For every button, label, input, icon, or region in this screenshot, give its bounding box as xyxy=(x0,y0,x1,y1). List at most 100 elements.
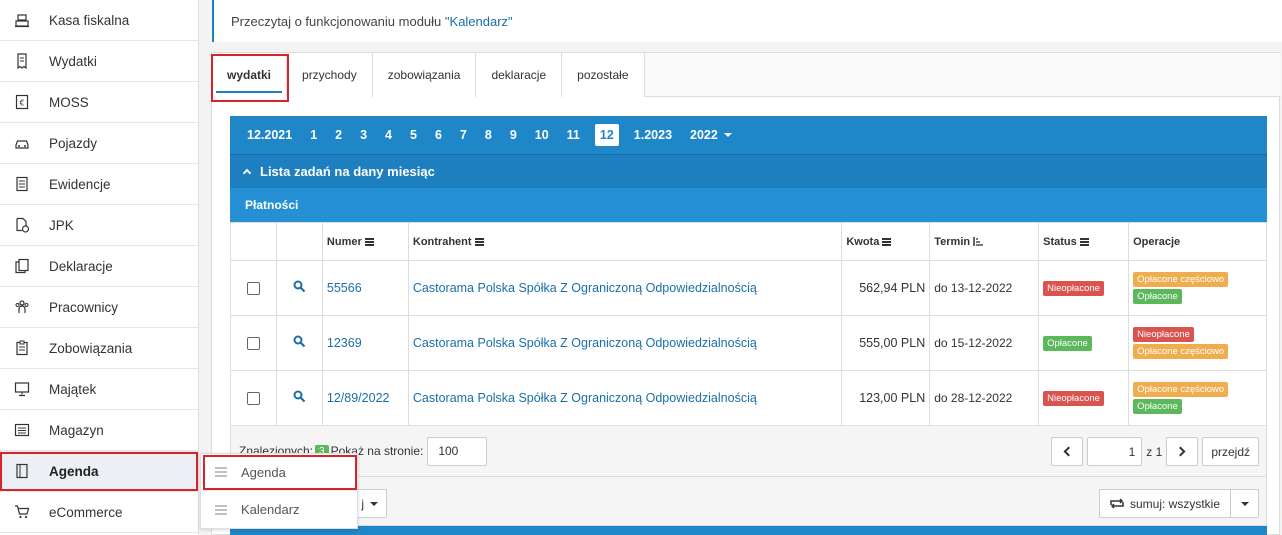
info-text: Przeczytaj o funkcjonowaniu modułu xyxy=(231,13,442,29)
sidebar-item-pracownicy[interactable]: Pracownicy xyxy=(0,287,198,328)
sidebar-item-magazyn[interactable]: Magazyn xyxy=(0,410,198,451)
header-numer[interactable]: Numer xyxy=(321,222,409,261)
bulk-actions-row: j sumuj: wszystkie xyxy=(230,477,1267,526)
month-4[interactable]: 4 xyxy=(376,124,401,146)
month-8[interactable]: 8 xyxy=(476,124,501,146)
tasks-section-header[interactable]: Lista zadań na dany miesiąc xyxy=(230,154,1267,188)
per-page-input[interactable]: 100 xyxy=(427,436,488,466)
header-kontrahent[interactable]: Kontrahent xyxy=(407,222,843,261)
month-next-year[interactable]: 1.2023 xyxy=(625,124,681,146)
sidebar-item-pojazdy[interactable]: Pojazdy xyxy=(0,123,198,164)
submenu-item-kalendarz[interactable]: Kalendarz xyxy=(201,491,357,528)
sum-label: sumuj: wszystkie xyxy=(1129,496,1220,511)
row-kontrahent-link[interactable]: Castorama Polska Spółka Z Ograniczoną Od… xyxy=(413,336,757,350)
sidebar-item-kasa-fiskalna[interactable]: Kasa fiskalna xyxy=(0,0,198,41)
sidebar-item-ewidencje[interactable]: Ewidencje xyxy=(0,164,198,205)
row-checkbox-cell xyxy=(230,260,277,316)
sum-caret-button[interactable] xyxy=(1231,489,1259,518)
op-unpaid-button[interactable]: Nieopłacone xyxy=(1133,327,1194,342)
header-status[interactable]: Status xyxy=(1038,222,1130,261)
month-7[interactable]: 7 xyxy=(451,124,476,146)
row-kwota: 123,00 PLN xyxy=(841,370,931,426)
sidebar-item-wydatki[interactable]: Wydatki xyxy=(0,41,198,82)
page-input[interactable]: 1 xyxy=(1087,437,1143,466)
row-checkbox[interactable] xyxy=(246,391,260,405)
sidebar-item-deklaracje[interactable]: Deklaracje xyxy=(0,246,198,287)
row-termin: do 28-12-2022 xyxy=(929,370,1040,426)
header-kwota[interactable]: Kwota xyxy=(841,222,931,261)
documents-icon xyxy=(0,258,40,274)
status-badge: Nieopłacone xyxy=(1043,391,1104,406)
sidebar-item-label: Kasa fiskalna xyxy=(49,12,130,28)
row-preview-cell xyxy=(275,260,323,316)
search-icon[interactable] xyxy=(293,280,306,293)
submenu-item-label: Agenda xyxy=(241,464,286,480)
month-9[interactable]: 9 xyxy=(501,124,526,146)
sidebar-item-agenda[interactable]: Agenda xyxy=(0,451,198,492)
op-partial-button[interactable]: Opłacone częściowo xyxy=(1133,272,1229,287)
prev-page-button[interactable] xyxy=(1051,437,1084,466)
chevron-up-icon xyxy=(242,168,252,178)
table-row: 12369 Castorama Polska Spółka Z Ogranicz… xyxy=(230,315,1267,371)
row-kontrahent: Castorama Polska Spółka Z Ograniczoną Od… xyxy=(407,260,843,316)
chevron-left-icon xyxy=(1063,446,1074,457)
month-12-selected[interactable]: 12 xyxy=(594,124,619,146)
submenu-item-agenda[interactable]: Agenda xyxy=(201,454,357,491)
month-prev-year[interactable]: 12.2021 xyxy=(238,124,301,146)
op-partial-button[interactable]: Opłacone częściowo xyxy=(1133,382,1229,397)
op-paid-button[interactable]: Opłacone xyxy=(1133,289,1182,304)
row-numer-link[interactable]: 12369 xyxy=(327,336,362,350)
row-operacje: Opłacone częściowo Opłacone xyxy=(1128,260,1267,316)
month-2[interactable]: 2 xyxy=(326,124,351,146)
monitor-icon xyxy=(0,381,40,397)
sidebar-item-zobowiazania[interactable]: Zobowiązania xyxy=(0,328,198,369)
sidebar-item-jpk[interactable]: JPK xyxy=(0,205,198,246)
sidebar-item-moss[interactable]: € MOSS xyxy=(0,82,198,123)
tab-zobowiazania[interactable]: zobowiązania xyxy=(372,53,477,97)
row-numer-link[interactable]: 55566 xyxy=(327,281,362,295)
table-row: 55566 Castorama Polska Spółka Z Ogranicz… xyxy=(230,260,1267,316)
year-dropdown[interactable]: 2022 xyxy=(681,124,741,146)
tab-przychody[interactable]: przychody xyxy=(287,53,373,97)
month-6[interactable]: 6 xyxy=(426,124,451,146)
row-kontrahent-link[interactable]: Castorama Polska Spółka Z Ograniczoną Od… xyxy=(413,281,757,295)
row-status-cell: Nieopłacone xyxy=(1038,260,1130,316)
op-partial-button[interactable]: Opłacone częściowo xyxy=(1133,344,1229,359)
sidebar-item-ecommerce[interactable]: eCommerce xyxy=(0,492,198,533)
sidebar-item-label: Agenda xyxy=(49,463,99,479)
row-checkbox[interactable] xyxy=(246,281,260,295)
car-icon xyxy=(0,135,40,151)
month-3[interactable]: 3 xyxy=(351,124,376,146)
tab-pozostale[interactable]: pozostałe xyxy=(562,53,645,97)
row-checkbox[interactable] xyxy=(246,336,260,350)
sum-button[interactable]: sumuj: wszystkie xyxy=(1098,489,1231,518)
sum-dropdown: sumuj: wszystkie xyxy=(1098,489,1259,518)
next-page-button[interactable] xyxy=(1166,437,1199,466)
row-termin: do 15-12-2022 xyxy=(929,315,1040,371)
payments-table: Numer Kontrahent Kwota Termin Status Ope… xyxy=(230,222,1267,426)
month-11[interactable]: 11 xyxy=(558,124,589,146)
row-numer-link[interactable]: 12/89/2022 xyxy=(327,391,390,405)
go-to-page-button[interactable]: przejdź xyxy=(1202,437,1259,466)
month-1[interactable]: 1 xyxy=(301,124,326,146)
op-paid-button[interactable]: Opłacone xyxy=(1133,399,1182,414)
sidebar-item-majatek[interactable]: Majątek xyxy=(0,369,198,410)
header-termin[interactable]: Termin xyxy=(929,222,1040,261)
month-5[interactable]: 5 xyxy=(401,124,426,146)
sidebar-item-label: MOSS xyxy=(49,94,89,110)
caret-down-icon xyxy=(370,501,378,506)
tab-wydatki[interactable]: wydatki xyxy=(212,53,288,97)
row-kontrahent-link[interactable]: Castorama Polska Spółka Z Ograniczoną Od… xyxy=(413,391,757,405)
row-kontrahent: Castorama Polska Spółka Z Ograniczoną Od… xyxy=(407,315,843,371)
header-operacje-label: Operacje xyxy=(1133,235,1181,248)
search-icon[interactable] xyxy=(293,390,306,403)
agenda-submenu: Agenda Kalendarz xyxy=(200,453,358,529)
month-10[interactable]: 10 xyxy=(526,124,558,146)
sidebar-item-label: Zobowiązania xyxy=(49,340,133,356)
info-link-kalendarz[interactable]: "Kalendarz" xyxy=(445,14,513,29)
sort-icon xyxy=(364,237,374,246)
sidebar-item-label: Pracownicy xyxy=(49,299,119,315)
tab-deklaracje[interactable]: deklaracje xyxy=(476,53,563,97)
search-icon[interactable] xyxy=(293,335,306,348)
cart-icon xyxy=(0,504,40,520)
